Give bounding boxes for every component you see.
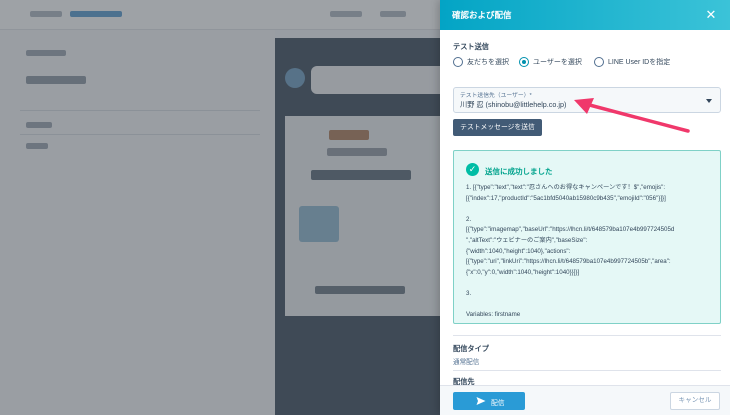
send-test-message-button[interactable]: テストメッセージを送信: [453, 119, 542, 136]
radio-select-user[interactable]: ユーザーを選択: [519, 55, 582, 69]
test-recipient-select[interactable]: テスト送信先（ユーザー）* 川野 忍 (shinobu@littlehelp.c…: [453, 87, 721, 113]
success-title: 送信に成功しました: [485, 167, 553, 176]
close-icon[interactable]: ✕: [702, 6, 720, 24]
success-line: 3.: [466, 289, 472, 297]
radio-checked-icon: [519, 57, 529, 67]
panel-footer: 配信 キャンセル: [440, 385, 730, 415]
success-line: [466, 278, 716, 289]
send-button-label: 配信: [491, 400, 505, 407]
success-message-box: ✓ 送信に成功しました 1. [{"type":"text","text":"忍…: [453, 150, 721, 324]
success-line: 2.: [466, 215, 472, 223]
confirm-and-send-panel: 確認および配信 ✕ テスト送信 友だちを選択 ユーザーを選択 LINE User…: [440, 0, 730, 415]
radio-label: 友だちを選択: [467, 59, 509, 66]
radio-select-friend[interactable]: 友だちを選択: [453, 55, 509, 69]
panel-body[interactable]: テスト送信 友だちを選択 ユーザーを選択 LINE User IDを指定 テスト…: [440, 30, 730, 385]
radio-unchecked-icon: [453, 57, 463, 67]
panel-title: 確認および配信: [452, 10, 512, 20]
delivery-target-label: 配信先: [453, 377, 475, 385]
success-line: [466, 300, 716, 311]
delivery-type-label: 配信タイプ: [453, 344, 489, 353]
panel-header: 確認および配信 ✕: [440, 0, 730, 30]
success-line: [{"index":17,"productId":"5ac1bfd5040ab1…: [466, 194, 666, 202]
radio-unchecked-icon: [594, 57, 604, 67]
success-line: {"x":0,"y":0,"width":1040,"height":1040}…: [466, 268, 580, 276]
test-recipient-label: テスト送信先（ユーザー）*: [460, 93, 532, 99]
success-line: 1. [{"type":"text","text":"忍さんへのお得なキャンペー…: [466, 184, 666, 191]
success-details: 1. [{"type":"text","text":"忍さんへのお得なキャンペー…: [466, 183, 716, 321]
chevron-down-icon: [706, 99, 712, 103]
success-line: Variables: firstname: [466, 311, 521, 319]
check-circle-icon: ✓: [466, 163, 479, 176]
success-line: ","altText":"ウェビナーのご案内","baseSize":: [466, 236, 588, 244]
send-icon: [476, 397, 486, 405]
test-recipient-value: 川野 忍 (shinobu@littlehelp.co.jp): [460, 100, 567, 109]
success-line: {"width":1040,"height":1040},"actions":: [466, 247, 571, 255]
send-button[interactable]: 配信: [453, 392, 525, 410]
success-line: [{"type":"uri","linkUri":"https://lhcn.l…: [466, 258, 671, 266]
recipient-type-radio-group: 友だちを選択 ユーザーを選択 LINE User IDを指定: [453, 55, 723, 69]
radio-label: ユーザーを選択: [533, 59, 582, 66]
divider: [453, 335, 721, 336]
delivery-type-value: 通常配信: [453, 359, 480, 366]
success-line: [{"type":"imagemap","baseUrl":"https://l…: [466, 226, 675, 234]
cancel-button[interactable]: キャンセル: [670, 392, 720, 410]
radio-label: LINE User IDを指定: [608, 59, 671, 66]
divider: [453, 370, 721, 371]
test-send-heading: テスト送信: [453, 42, 489, 51]
radio-line-user-id[interactable]: LINE User IDを指定: [594, 55, 670, 69]
success-line: [466, 204, 716, 215]
